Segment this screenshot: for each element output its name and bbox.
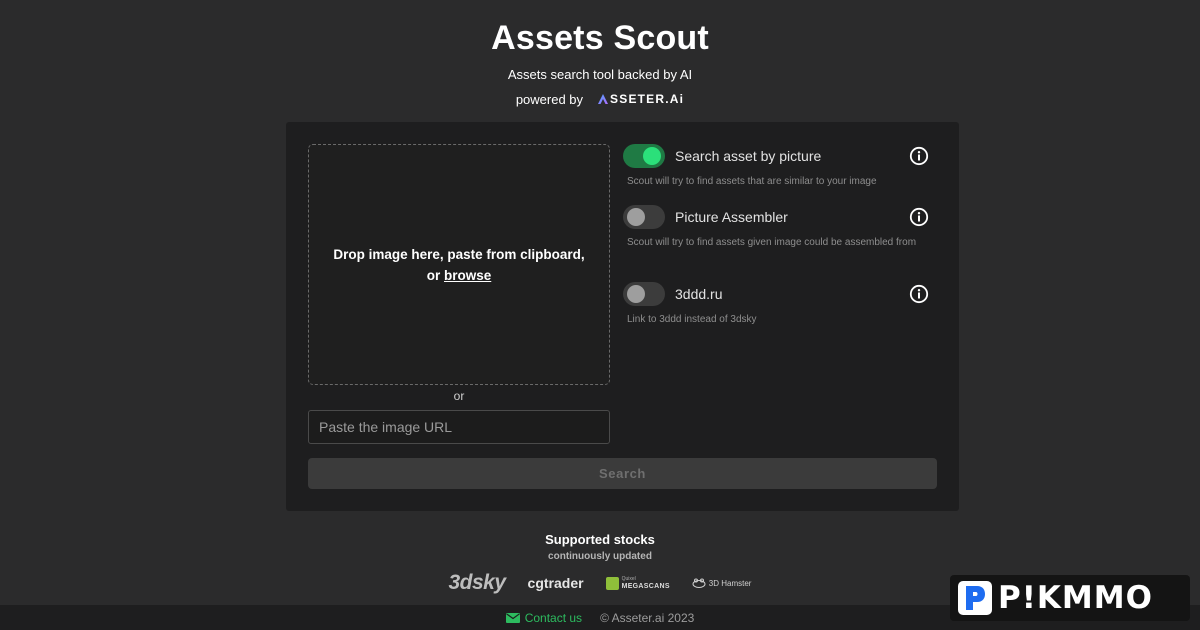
megascans-icon xyxy=(605,576,619,590)
search-by-picture-description: Scout will try to find assets that are s… xyxy=(627,176,877,187)
mail-icon xyxy=(505,612,520,623)
3dsky-logo: 3dsky xyxy=(448,571,507,594)
pikmmo-watermark: P!KMMO xyxy=(950,575,1190,621)
option-search-by-picture: Search asset by picture Scout will try t… xyxy=(623,144,929,189)
megascans-small-text: Quixel xyxy=(621,576,636,582)
powered-by: powered by SSETER.Ai xyxy=(0,91,1200,107)
info-icon[interactable] xyxy=(909,284,929,304)
search-by-picture-label: Search asset by picture xyxy=(675,148,822,164)
cgtrader-logo: cgtrader xyxy=(527,575,584,591)
toggle-knob xyxy=(627,208,645,226)
stocks-subtitle: continuously updated xyxy=(548,551,652,562)
asseter-logo[interactable]: SSETER.Ai xyxy=(597,92,684,106)
picture-assembler-description: Scout will try to find assets given imag… xyxy=(627,237,917,248)
dropzone-or: or xyxy=(426,267,441,283)
3ddd-label: 3ddd.ru xyxy=(675,286,723,302)
hamster-icon xyxy=(692,578,706,588)
asseter-logo-text: SSETER.Ai xyxy=(610,92,685,106)
dropzone-text: Drop image here, paste from clipboard, xyxy=(333,246,585,262)
powered-by-label: powered by xyxy=(515,91,584,107)
toggle-knob xyxy=(627,285,645,303)
stocks-title: Supported stocks xyxy=(545,532,655,547)
dropzone-browse-line: or browse xyxy=(427,265,492,286)
3ddd-description: Link to 3ddd instead of 3dsky xyxy=(627,314,757,325)
picture-assembler-toggle[interactable] xyxy=(623,205,665,229)
page-title: Assets Scout xyxy=(491,19,709,57)
page-header: Assets Scout Assets search tool backed b… xyxy=(0,18,1200,107)
3ddd-toggle[interactable] xyxy=(623,282,665,306)
image-url-input[interactable] xyxy=(308,410,610,444)
browse-link[interactable]: browse xyxy=(444,268,491,283)
search-button[interactable]: Search xyxy=(308,458,937,489)
contact-label: Contact us xyxy=(524,610,583,625)
copyright: © Asseter.ai 2023 xyxy=(600,610,695,625)
3d-hamster-logo: 3D Hamster xyxy=(692,578,752,588)
image-dropzone[interactable]: Drop image here, paste from clipboard, o… xyxy=(308,144,610,385)
pikmmo-text: P!KMMO xyxy=(998,580,1153,616)
option-3ddd: 3ddd.ru Link to 3ddd instead of 3dsky xyxy=(623,282,929,327)
search-panel: Drop image here, paste from clipboard, o… xyxy=(286,122,959,511)
3d-hamster-text: 3D Hamster xyxy=(708,578,752,588)
pikmmo-p-icon xyxy=(958,581,992,615)
option-picture-assembler: Picture Assembler Scout will try to find… xyxy=(623,205,929,250)
page-subtitle: Assets search tool backed by AI xyxy=(507,67,693,82)
megascans-text: MEGASCANS xyxy=(621,583,670,590)
contact-link[interactable]: Contact us xyxy=(505,610,583,625)
info-icon[interactable] xyxy=(909,146,929,166)
picture-assembler-label: Picture Assembler xyxy=(675,209,788,225)
search-by-picture-toggle[interactable] xyxy=(623,144,665,168)
toggle-knob xyxy=(643,147,661,165)
asseter-a-icon xyxy=(598,94,609,104)
or-separator: or xyxy=(453,389,465,403)
info-icon[interactable] xyxy=(909,207,929,227)
megascans-logo: Quixel MEGASCANS xyxy=(605,576,670,590)
